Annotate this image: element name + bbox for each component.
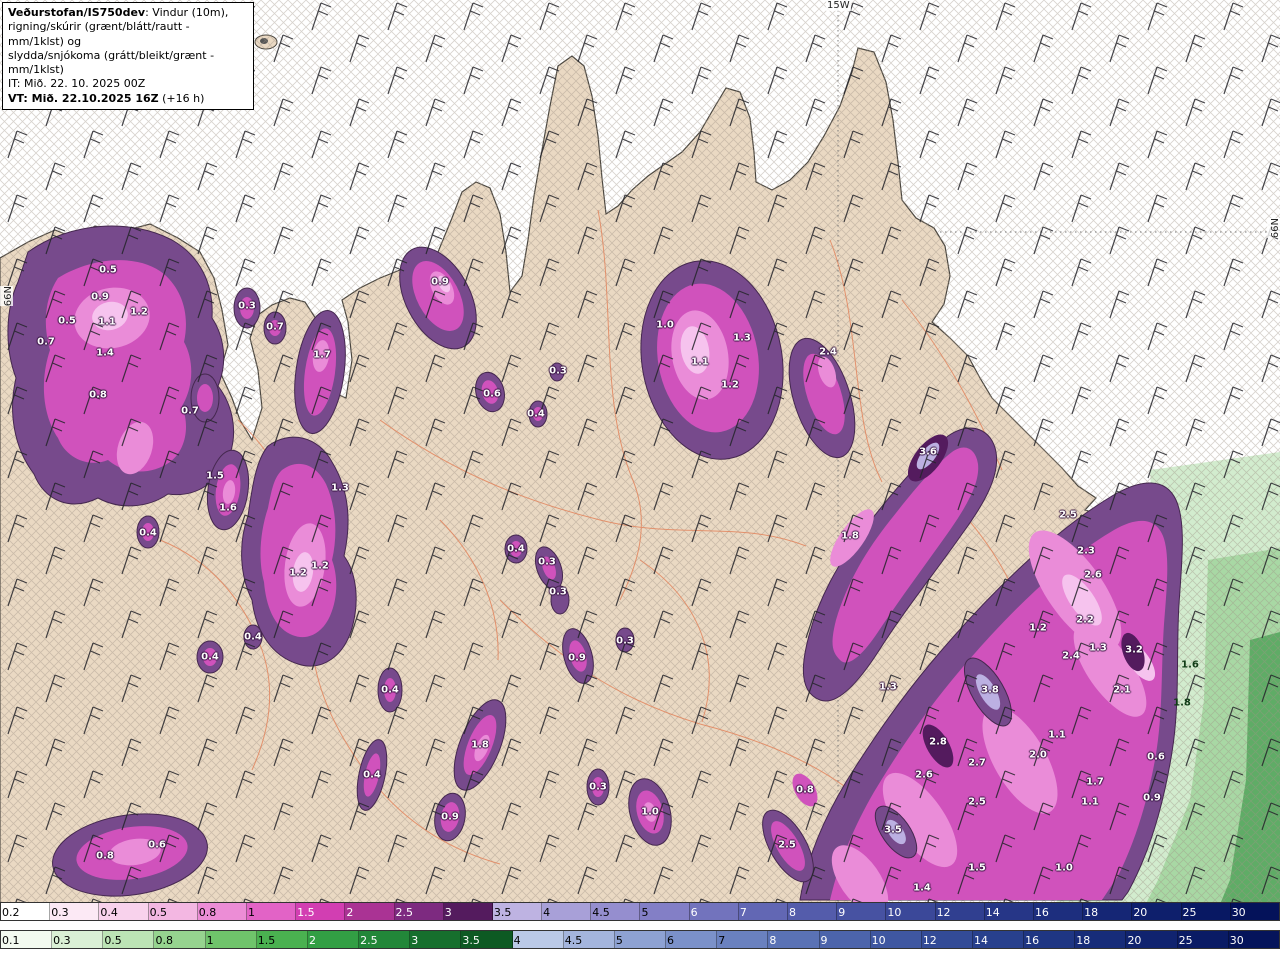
legend-segment: 0.3 [50,903,100,920]
legend-segment: 14 [984,903,1034,920]
legend-segment: 8 [788,903,838,920]
legend-segment: 9 [819,931,871,948]
legend-segment: 7 [717,931,769,948]
legend-segment: 16 [1033,903,1084,920]
legend-segment: 25 [1177,931,1229,948]
legend-segment: 0.8 [154,931,206,948]
legend-segment: 5 [640,903,690,920]
legend-segment: 3 [410,931,462,948]
legend-segment: 1 [246,903,297,920]
info-line-rain: rigning/skúrir (grænt/blátt/rautt - mm/1… [8,20,190,48]
legend-segment: 30 [1230,903,1279,920]
legend-segment: 3.5 [492,903,543,920]
legend-segment: 20 [1126,931,1178,948]
legend-segment: 0.1 [1,931,53,948]
legend-segment: 3.5 [461,931,513,948]
legend-segment: 3 [443,903,493,920]
legend-segment: 5 [614,931,667,948]
legend-segment: 6 [689,903,739,920]
meridian-label: 15W [826,0,851,11]
weather-map: 0.5 0.9 0.5 1.1 1.2 0.7 1.4 0.8 0.7 1.5 1.6 0.4 0.3 0… [0,0,1280,958]
legend-segment: 25 [1181,903,1231,920]
legend-segment: 30 [1228,931,1279,948]
info-line-valid: VT: Mið. 22.10.2025 16Z (+16 h) [8,91,205,105]
legend-segment: 0.5 [103,931,155,948]
wind-barbs-overlay [0,0,1280,902]
legend-segment: 0.8 [197,903,247,920]
legend-segment: 2 [307,931,360,948]
legend-segment: 18 [1083,903,1133,920]
legend-segment: 0.4 [99,903,149,920]
legend-segment: 9 [837,903,887,920]
legend-segment: 1.5 [256,931,308,948]
legend-segment: 1.5 [296,903,346,920]
legend-segment: 20 [1132,903,1182,920]
latitude-label-left: N99 [0,286,13,307]
info-line-snow: slydda/snjókoma (grátt/bleikt/grænt - mm… [8,48,215,77]
legend-snow: 0.1 0.3 0.5 0.8 1 1.5 2 2.5 3 3.5 4 4.5 5 6 7 8 9 10 12 14 1… [0,930,1280,949]
legend: 0.2 0.3 0.4 0.5 0.8 1 1.5 2 2.5 3 3.5 4 4.5 5 6 7 8 9 10 12… [0,902,1280,958]
legend-segment: 0.3 [52,931,104,948]
legend-segment: 2 [345,903,395,920]
legend-segment: 0.5 [148,903,198,920]
legend-segment: 10 [870,931,922,948]
legend-segment: 16 [1024,931,1076,948]
legend-segment: 14 [972,931,1025,948]
legend-segment: 10 [886,903,936,920]
info-line-init: IT: Mið. 22. 10. 2025 00Z [8,77,146,91]
info-line-title: Veðurstofan/IS750dev: Vindur (10m), [8,6,229,19]
legend-segment: 12 [935,903,985,920]
legend-segment: 12 [921,931,973,948]
latitude-label-right: N99 [1267,218,1280,239]
legend-segment: 18 [1075,931,1127,948]
legend-segment: 1 [205,931,257,948]
legend-segment: 4.5 [563,931,615,948]
legend-segment: 4 [542,903,592,920]
forecast-info-box: Veðurstofan/IS750dev: Vindur (10m), rign… [2,2,254,111]
legend-segment: 6 [666,931,718,948]
legend-segment: 4 [512,931,564,948]
legend-segment: 2.5 [394,903,444,920]
legend-segment: 8 [768,931,820,948]
legend-segment: 0.2 [1,903,51,920]
legend-rain: 0.2 0.3 0.4 0.5 0.8 1 1.5 2 2.5 3 3.5 4 4.5 5 6 7 8 9 10 12… [0,902,1280,921]
model-name: Veðurstofan/IS750dev [8,6,146,19]
map-canvas [0,0,1280,958]
legend-segment: 2.5 [359,931,411,948]
legend-segment: 4.5 [591,903,641,920]
legend-segment: 7 [738,903,788,920]
